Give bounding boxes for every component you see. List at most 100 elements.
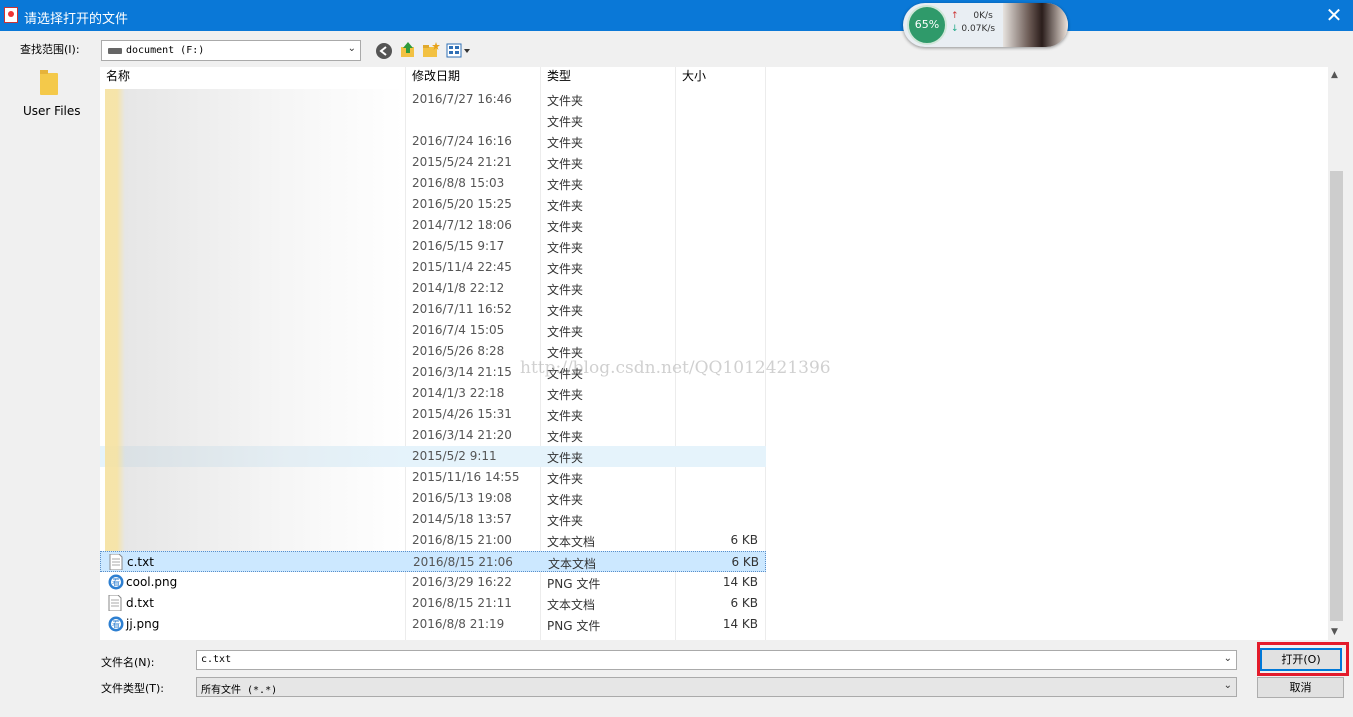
view-menu-icon[interactable] — [446, 42, 472, 60]
back-icon[interactable] — [375, 42, 393, 60]
file-row[interactable]: 2016/7/4 15:05 文件夹 — [100, 320, 766, 341]
blurred-name — [105, 362, 405, 383]
file-type: 文件夹 — [547, 199, 584, 213]
file-type: 文本文档 — [548, 557, 597, 571]
file-row[interactable]: 2016/7/27 16:46 文件夹 — [100, 89, 766, 110]
blurred-name — [105, 236, 405, 257]
file-row[interactable]: 2014/5/18 13:57 文件夹 — [100, 509, 766, 530]
blurred-name — [105, 488, 405, 509]
highlight-box — [1257, 642, 1349, 676]
file-type: 文件夹 — [547, 409, 584, 423]
cancel-button[interactable]: 取消 — [1257, 677, 1344, 698]
file-name: cool.png — [126, 575, 178, 589]
scroll-thumb[interactable] — [1330, 171, 1343, 621]
file-type: PNG 文件 — [547, 619, 601, 633]
blurred-name — [105, 467, 405, 488]
file-type: PNG 文件 — [547, 577, 601, 591]
blurred-name — [105, 446, 405, 467]
up-folder-icon[interactable] — [399, 41, 417, 59]
file-row[interactable]: c.txt 2016/8/15 21:06 文本文档 6 KB — [100, 551, 766, 572]
file-list[interactable]: 名称 ^ 修改日期 类型 大小 2016/7/27 16:46 文件夹 文件夹 201… — [100, 67, 1328, 640]
file-date: 2014/7/12 18:06 — [412, 218, 512, 232]
blurred-name — [105, 89, 405, 110]
filename-value: c.txt — [201, 654, 232, 665]
vertical-scrollbar[interactable]: ▲ ▼ — [1328, 67, 1345, 640]
filetype-value: 所有文件 (*.*) — [201, 685, 278, 696]
scroll-up-icon[interactable]: ▲ — [1331, 70, 1338, 80]
file-type: 文本文档 — [547, 598, 596, 612]
file-date: 2016/5/13 19:08 — [412, 491, 512, 505]
file-row[interactable]: d.txt 2016/8/15 21:11 文本文档 6 KB — [100, 593, 766, 614]
new-folder-icon[interactable] — [422, 41, 440, 59]
file-row[interactable]: 2015/4/26 15:31 文件夹 — [100, 404, 766, 425]
file-type: 文件夹 — [547, 514, 584, 528]
scroll-down-icon[interactable]: ▼ — [1331, 627, 1338, 637]
file-type: 文件夹 — [547, 325, 584, 339]
file-row[interactable]: 2016/8/8 15:03 文件夹 — [100, 173, 766, 194]
file-row[interactable]: 2015/5/24 21:21 文件夹 — [100, 152, 766, 173]
blurred-name — [105, 215, 405, 236]
file-type: 文件夹 — [547, 283, 584, 297]
file-date: 2016/8/15 21:00 — [412, 533, 512, 547]
file-row[interactable]: 2016/5/15 9:17 文件夹 — [100, 236, 766, 257]
blurred-name — [105, 341, 405, 362]
filename-field[interactable]: c.txt ⌄ — [196, 650, 1237, 670]
file-row[interactable]: 2016/8/15 21:00 文本文档 6 KB — [100, 530, 766, 551]
file-size: 6 KB — [730, 533, 758, 547]
column-header-size[interactable]: 大小 — [682, 67, 706, 88]
look-in-combo[interactable]: document (F:) ⌄ — [101, 40, 361, 61]
file-row[interactable]: 2015/11/16 14:55 文件夹 — [100, 467, 766, 488]
close-button[interactable]: ✕ — [1321, 2, 1347, 28]
file-date: 2016/8/15 21:06 — [413, 555, 513, 569]
java-app-icon — [4, 7, 18, 23]
file-date: 2014/1/8 22:12 — [412, 281, 505, 295]
file-row[interactable]: 2016/5/20 15:25 文件夹 — [100, 194, 766, 215]
text-file-icon — [109, 553, 123, 571]
file-name: c.txt — [127, 555, 154, 569]
file-type: 文件夹 — [547, 241, 584, 255]
file-type: 文件夹 — [547, 451, 584, 465]
file-row[interactable]: 看 cool.png 2016/3/29 16:22 PNG 文件 14 KB — [100, 572, 766, 593]
blurred-name — [105, 320, 405, 341]
file-date: 2014/1/3 22:18 — [412, 386, 505, 400]
file-date: 2016/5/26 8:28 — [412, 344, 505, 358]
file-row[interactable]: 2014/1/3 22:18 文件夹 — [100, 383, 766, 404]
blurred-name — [105, 110, 405, 131]
file-size: 6 KB — [730, 596, 758, 610]
filename-label: 文件名(N): — [101, 656, 155, 669]
file-row[interactable]: 2016/7/11 16:52 文件夹 — [100, 299, 766, 320]
file-type: 文件夹 — [547, 430, 584, 444]
file-row[interactable]: 2014/1/8 22:12 文件夹 — [100, 278, 766, 299]
file-date: 2016/7/24 16:16 — [412, 134, 512, 148]
file-row[interactable]: 文件夹 — [100, 110, 766, 131]
file-row[interactable]: 2014/7/12 18:06 文件夹 — [100, 215, 766, 236]
sort-ascending-icon: ^ — [250, 67, 259, 74]
file-row[interactable]: 2016/7/24 16:16 文件夹 — [100, 131, 766, 152]
title-bar: 请选择打开的文件 ✕ — [0, 0, 1353, 31]
file-date: 2016/3/29 16:22 — [412, 575, 512, 589]
file-row[interactable]: 看 jj.png 2016/8/8 21:19 PNG 文件 14 KB — [100, 614, 766, 635]
column-header-date[interactable]: 修改日期 — [412, 67, 460, 88]
file-date: 2015/11/16 14:55 — [412, 470, 520, 484]
window-title: 请选择打开的文件 — [24, 12, 129, 27]
file-row[interactable]: 2016/3/14 21:20 文件夹 — [100, 425, 766, 446]
upload-speed: ↑ 0K/s — [951, 11, 999, 21]
chevron-down-icon[interactable]: ⌄ — [1224, 653, 1232, 664]
look-in-value: document (F:) — [126, 45, 205, 56]
folder-icon — [40, 70, 58, 95]
column-header-name[interactable]: 名称 — [106, 67, 130, 88]
column-header-type[interactable]: 类型 — [547, 67, 571, 88]
file-row[interactable]: 2016/5/13 19:08 文件夹 — [100, 488, 766, 509]
svg-text:看: 看 — [112, 620, 120, 629]
place-label: User Files — [23, 104, 81, 118]
blurred-name — [105, 173, 405, 194]
file-type: 文件夹 — [547, 304, 584, 318]
file-row[interactable]: 2015/5/2 9:11 文件夹 — [100, 446, 766, 467]
file-type: 文件夹 — [547, 178, 584, 192]
filetype-select[interactable]: 所有文件 (*.*) ⌄ — [196, 677, 1237, 697]
blurred-name — [105, 257, 405, 278]
file-type: 文件夹 — [547, 115, 584, 129]
file-type: 文件夹 — [547, 262, 584, 276]
file-row[interactable]: 2015/11/4 22:45 文件夹 — [100, 257, 766, 278]
file-date: 2016/8/8 21:19 — [412, 617, 505, 631]
